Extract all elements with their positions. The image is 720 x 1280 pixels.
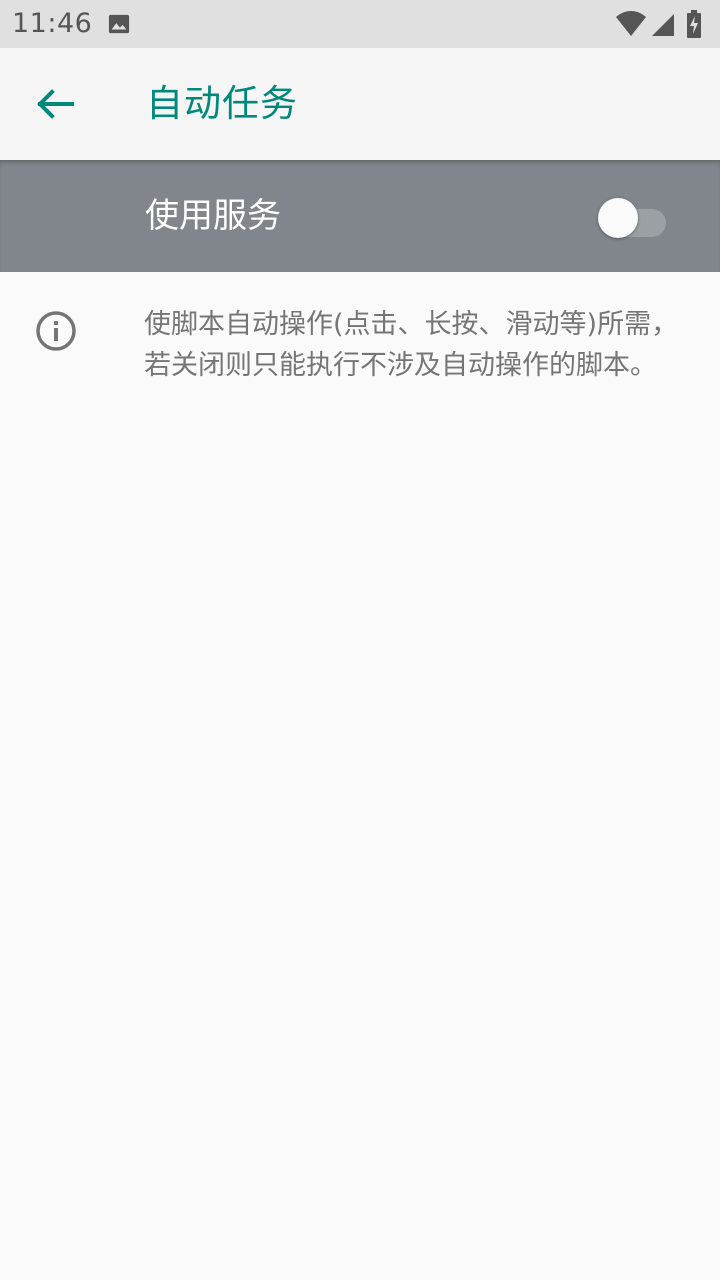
signal-icon: [650, 10, 676, 38]
arrow-back-icon: [37, 89, 74, 119]
toggle-thumb: [598, 198, 638, 238]
info-icon: [35, 310, 77, 352]
back-button[interactable]: [24, 80, 88, 128]
battery-charging-icon: [686, 10, 702, 38]
status-time: 11:46: [12, 8, 93, 39]
info-description: 使脚本自动操作(点击、长按、滑动等)所需，若关闭则只能执行不涉及自动操作的脚本。: [144, 309, 679, 381]
use-service-row[interactable]: 使用服务: [0, 160, 720, 272]
wifi-icon: [616, 10, 646, 38]
page-title: 自动任务: [146, 82, 298, 125]
image-notification-icon: [108, 13, 130, 35]
status-bar: 11:46: [0, 0, 720, 48]
use-service-toggle[interactable]: [598, 198, 668, 238]
use-service-label: 使用服务: [145, 196, 281, 236]
app-bar: 自动任务: [0, 48, 720, 160]
